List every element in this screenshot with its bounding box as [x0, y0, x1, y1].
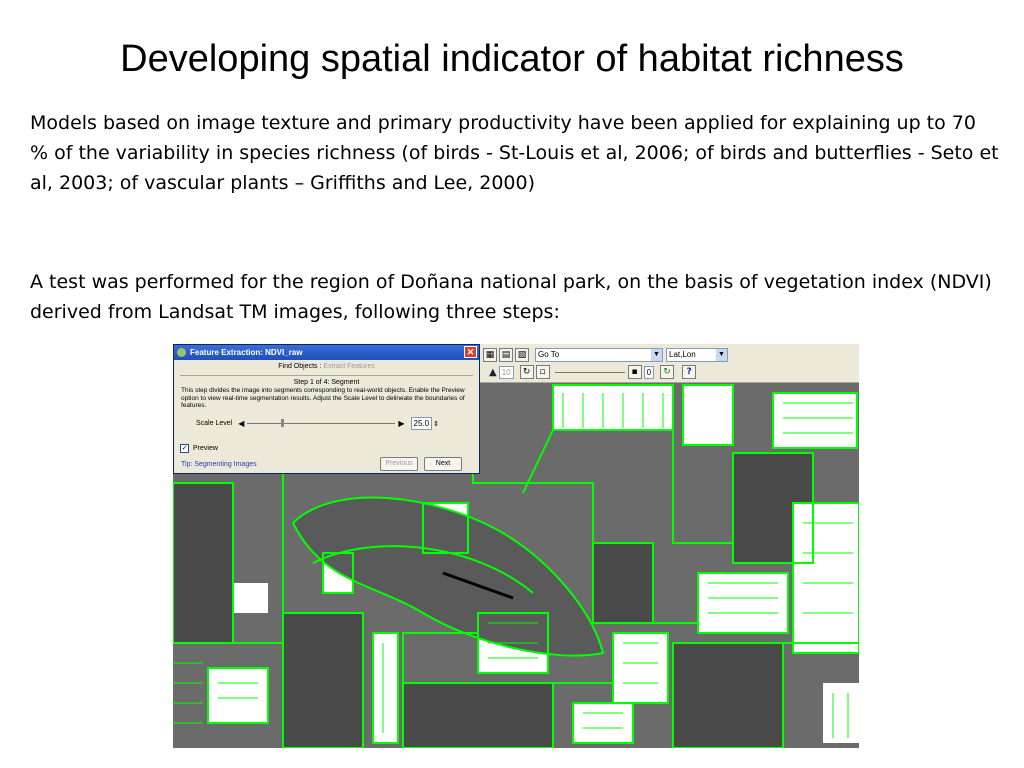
coord-combo[interactable]: Lat,Lon ▼	[666, 348, 728, 362]
spin-icon[interactable]: ⇕	[433, 420, 439, 428]
field-a[interactable]: 10	[498, 365, 514, 379]
next-button[interactable]: Next	[424, 457, 462, 471]
scale-slider[interactable]	[247, 419, 396, 427]
step-label: Step 1 of 4: Segment	[293, 379, 360, 386]
tool-button-4[interactable]: ▫	[535, 365, 550, 379]
step-description: This step divides the image into segment…	[181, 387, 465, 409]
arrow-right-icon[interactable]: ▶	[398, 419, 404, 428]
toolbar-row-2: ▲ 10 ↻ ▫ ▪ 0 ↻ ?	[489, 364, 698, 380]
refresh-icon[interactable]: ↻	[660, 365, 675, 379]
dialog-app-icon	[177, 348, 186, 357]
goto-value: Go To	[538, 350, 560, 359]
tab-find-objects[interactable]: Find Objects	[278, 363, 317, 370]
dialog-tabs: Find Objects : Extract Features	[174, 360, 479, 375]
tool-button-3[interactable]: ▧	[515, 348, 529, 362]
tool-button-5[interactable]: ▪	[627, 365, 642, 379]
preview-label: Preview	[193, 445, 218, 452]
tool-button-1[interactable]: ▦	[483, 348, 497, 362]
refresh-icon[interactable]: ↻	[519, 365, 534, 379]
scale-level-label: Scale Level	[196, 420, 233, 427]
tip-link[interactable]: Tip: Segmenting Images	[181, 461, 257, 468]
scale-level-input[interactable]: 25.0	[410, 417, 433, 430]
dialog-title-bar[interactable]: Feature Extraction: NDVI_raw ✕	[174, 345, 479, 360]
check-icon[interactable]: ✓	[180, 444, 189, 453]
close-icon[interactable]: ✕	[464, 346, 477, 358]
dialog-title: Feature Extraction: NDVI_raw	[190, 348, 303, 357]
arrow-left-icon[interactable]: ◀	[238, 419, 244, 428]
coord-value: Lat,Lon	[669, 350, 696, 359]
help-icon[interactable]: ?	[682, 365, 697, 379]
slide-title: Developing spatial indicator of habitat …	[120, 38, 904, 80]
feature-extraction-dialog: Feature Extraction: NDVI_raw ✕ Find Obje…	[173, 344, 480, 474]
paragraph-test: A test was performed for the region of D…	[30, 271, 992, 323]
chevron-down-icon: ▼	[716, 349, 727, 361]
chevron-down-icon: ▼	[651, 349, 662, 361]
tab-extract-features[interactable]: Extract Features	[323, 363, 374, 370]
previous-button[interactable]: Previous	[380, 457, 418, 471]
toolbar-slider[interactable]	[554, 371, 625, 373]
toolbar-row-1: ▦ ▤ ▧ Go To ▼ Lat,Lon ▼	[483, 347, 728, 363]
scale-level-row: Scale Level ◀ ▶ 25.0 ⇕	[196, 417, 439, 430]
triangle-icon[interactable]: ▲	[489, 367, 497, 378]
tool-button-2[interactable]: ▤	[499, 348, 513, 362]
paragraph-models: Models based on image texture and primar…	[30, 112, 999, 194]
slider-thumb[interactable]	[281, 419, 285, 427]
envi-screenshot: ▦ ▤ ▧ Go To ▼ Lat,Lon ▼ ▲ 10 ↻ ▫ ▪ 0 ↻ ?	[173, 344, 859, 748]
preview-row: ✓ Preview	[180, 444, 218, 453]
field-b[interactable]: 0	[643, 365, 655, 379]
goto-combo[interactable]: Go To ▼	[535, 348, 663, 362]
